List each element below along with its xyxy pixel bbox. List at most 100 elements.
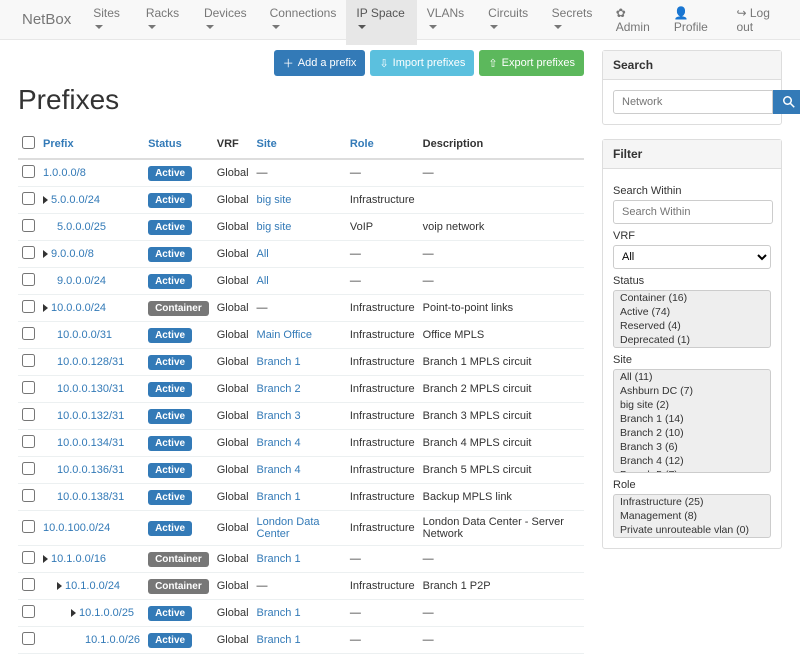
nav-item-devices[interactable]: Devices — [194, 0, 260, 45]
site-link[interactable]: Main Office — [257, 329, 312, 341]
prefix-link[interactable]: 10.0.0.0/31 — [57, 329, 112, 341]
site-link[interactable]: Branch 3 — [257, 410, 301, 422]
prefix-link[interactable]: 9.0.0.0/8 — [51, 248, 94, 260]
row-checkbox[interactable] — [22, 520, 35, 533]
site-link[interactable]: Branch 1 — [257, 491, 301, 503]
row-checkbox[interactable] — [22, 219, 35, 232]
site-link[interactable]: Branch 2 — [257, 383, 301, 395]
site-link[interactable]: big site — [257, 194, 292, 206]
nav-profile[interactable]: 👤 Profile — [664, 0, 727, 45]
site-link[interactable]: big site — [257, 221, 292, 233]
list-item[interactable]: Active (74) — [614, 305, 770, 319]
site-listbox[interactable]: All (11)Ashburn DC (7)big site (2)Branch… — [613, 369, 771, 473]
nav-item-circuits[interactable]: Circuits — [478, 0, 542, 45]
row-checkbox[interactable] — [22, 273, 35, 286]
site-link[interactable]: Branch 4 — [257, 464, 301, 476]
list-item[interactable]: All (11) — [614, 370, 770, 384]
site-link[interactable]: Branch 1 — [257, 553, 301, 565]
row-checkbox[interactable] — [22, 605, 35, 618]
nav-item-sites[interactable]: Sites — [83, 0, 136, 45]
prefix-link[interactable]: 10.0.100.0/24 — [43, 522, 110, 534]
row-checkbox[interactable] — [22, 462, 35, 475]
list-item[interactable]: Branch 4 (12) — [614, 454, 770, 468]
status-listbox[interactable]: Container (16)Active (74)Reserved (4)Dep… — [613, 290, 771, 348]
select-all-checkbox[interactable] — [22, 136, 35, 149]
prefix-link[interactable]: 10.1.0.0/24 — [65, 580, 120, 592]
list-item[interactable]: Ashburn DC (7) — [614, 384, 770, 398]
prefix-link[interactable]: 10.1.0.0/25 — [79, 607, 134, 619]
row-checkbox[interactable] — [22, 408, 35, 421]
site-link[interactable]: All — [257, 248, 269, 260]
site-link[interactable]: London Data Center — [257, 516, 320, 540]
prefix-link[interactable]: 10.1.0.0/16 — [51, 553, 106, 565]
row-checkbox[interactable] — [22, 300, 35, 313]
search-within-input[interactable] — [613, 200, 773, 224]
search-button[interactable] — [773, 90, 800, 114]
list-item[interactable]: Infrastructure (25) — [614, 495, 770, 509]
expand-icon[interactable] — [71, 609, 76, 617]
list-item[interactable]: Deprecated (1) — [614, 333, 770, 347]
row-checkbox[interactable] — [22, 192, 35, 205]
expand-icon[interactable] — [43, 304, 48, 312]
prefix-link[interactable]: 1.0.0.0/8 — [43, 167, 86, 179]
row-checkbox[interactable] — [22, 165, 35, 178]
list-item[interactable]: Branch 2 (10) — [614, 426, 770, 440]
row-checkbox[interactable] — [22, 246, 35, 259]
prefix-link[interactable]: 10.0.0.0/24 — [51, 302, 106, 314]
vrf-select[interactable]: All — [613, 245, 771, 269]
expand-icon[interactable] — [57, 582, 62, 590]
list-item[interactable]: Branch 1 (14) — [614, 412, 770, 426]
search-input[interactable] — [613, 90, 773, 114]
list-item[interactable]: Management (8) — [614, 509, 770, 523]
site-link[interactable]: Branch 1 — [257, 607, 301, 619]
nav-item-connections[interactable]: Connections — [260, 0, 347, 45]
nav-item-secrets[interactable]: Secrets — [542, 0, 606, 45]
prefix-link[interactable]: 10.0.0.134/31 — [57, 437, 124, 449]
row-checkbox[interactable] — [22, 381, 35, 394]
prefix-link[interactable]: 5.0.0.0/24 — [51, 194, 100, 206]
row-checkbox[interactable] — [22, 632, 35, 645]
nav-item-racks[interactable]: Racks — [136, 0, 194, 45]
list-item[interactable]: big site (2) — [614, 398, 770, 412]
site-link[interactable]: Branch 1 — [257, 356, 301, 368]
list-item[interactable]: Container (16) — [614, 291, 770, 305]
expand-icon[interactable] — [43, 196, 48, 204]
nav-item-vlans[interactable]: VLANs — [417, 0, 478, 45]
site-link[interactable]: Branch 1 — [257, 634, 301, 646]
prefix-link[interactable]: 10.1.0.0/26 — [85, 634, 140, 646]
row-checkbox[interactable] — [22, 327, 35, 340]
prefix-link[interactable]: 10.0.0.136/31 — [57, 464, 124, 476]
row-checkbox[interactable] — [22, 435, 35, 448]
row-checkbox[interactable] — [22, 489, 35, 502]
prefix-link[interactable]: 10.0.0.138/31 — [57, 491, 124, 503]
list-item[interactable]: Reserved (4) — [614, 319, 770, 333]
prefix-link[interactable]: 10.0.0.132/31 — [57, 410, 124, 422]
prefix-link[interactable]: 10.0.0.130/31 — [57, 383, 124, 395]
export-prefixes-button[interactable]: ⇧Export prefixes — [479, 50, 584, 76]
nav-item-ip-space[interactable]: IP Space — [346, 0, 416, 45]
table-row: 10.0.0.130/31ActiveGlobalBranch 2Infrast… — [18, 376, 584, 403]
brand[interactable]: NetBox — [10, 11, 83, 28]
col-prefix[interactable]: Prefix — [39, 130, 144, 159]
site-link[interactable]: All — [257, 275, 269, 287]
row-checkbox[interactable] — [22, 578, 35, 591]
col-status[interactable]: Status — [144, 130, 213, 159]
prefix-link[interactable]: 9.0.0.0/24 — [57, 275, 106, 287]
nav-logout[interactable]: ↪ Log out — [726, 0, 790, 45]
prefix-link[interactable]: 5.0.0.0/25 — [57, 221, 106, 233]
row-checkbox[interactable] — [22, 354, 35, 367]
prefix-link[interactable]: 10.0.0.128/31 — [57, 356, 124, 368]
list-item[interactable]: Branch 3 (6) — [614, 440, 770, 454]
col-role[interactable]: Role — [346, 130, 419, 159]
col-site[interactable]: Site — [253, 130, 346, 159]
list-item[interactable]: Branch 5 (7) — [614, 468, 770, 473]
add-prefix-button[interactable]: ＋Add a prefix — [274, 50, 366, 76]
nav-admin[interactable]: ✿ Admin — [606, 0, 664, 45]
role-listbox[interactable]: Infrastructure (25)Management (8)Private… — [613, 494, 771, 538]
expand-icon[interactable] — [43, 555, 48, 563]
import-prefixes-button[interactable]: ⇩Import prefixes — [370, 50, 474, 76]
expand-icon[interactable] — [43, 250, 48, 258]
list-item[interactable]: Private unrouteable vlan (0) — [614, 523, 770, 537]
site-link[interactable]: Branch 4 — [257, 437, 301, 449]
row-checkbox[interactable] — [22, 551, 35, 564]
